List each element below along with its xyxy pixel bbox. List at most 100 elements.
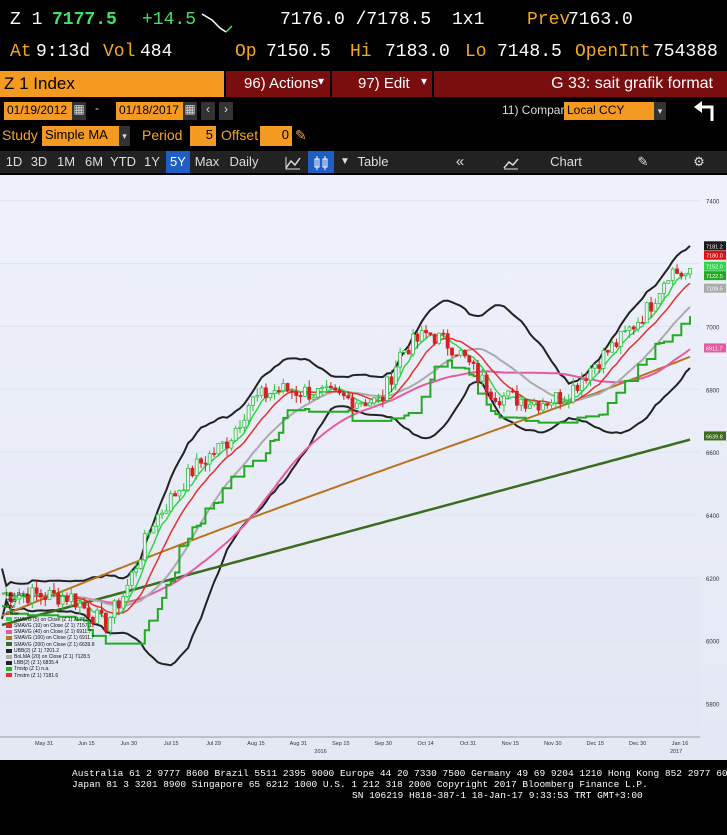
offset-field[interactable]: 0 <box>260 126 292 146</box>
candle-body <box>177 489 182 497</box>
candle-body <box>259 387 264 397</box>
legend-swatch <box>6 660 12 665</box>
candle-body <box>246 405 251 421</box>
period-6m[interactable]: 6M <box>82 151 106 173</box>
candle-body <box>549 402 554 406</box>
period-field[interactable]: 5 <box>190 126 216 146</box>
back-icon[interactable] <box>690 99 720 123</box>
period-max[interactable]: Max <box>193 151 221 173</box>
period-ytd[interactable]: YTD <box>109 151 137 173</box>
chart-content-button[interactable]: Chart Content <box>526 151 606 191</box>
candle-body <box>458 349 463 356</box>
at-label: At <box>10 42 32 62</box>
chevron-down-icon[interactable]: ▼ <box>338 151 352 173</box>
footer-line-2: Japan 81 3 3201 8900 Singapore 65 6212 1… <box>72 779 648 790</box>
legend-swatch <box>6 636 12 641</box>
collapse-left-icon[interactable]: « <box>448 151 472 173</box>
candle-body <box>588 367 593 381</box>
candle-body <box>277 390 281 392</box>
y-tick-label: 6400 <box>706 514 720 520</box>
study-select[interactable]: Simple MA <box>42 126 120 146</box>
period-3d[interactable]: 3D <box>28 151 50 173</box>
chevron-right-icon[interactable]: › <box>219 102 233 120</box>
high-label: Hi <box>350 42 372 62</box>
line-chart-icon[interactable] <box>282 151 304 173</box>
legend-row[interactable]: Tmstrn (Z 1) 7181.6 <box>6 673 102 679</box>
candle-body <box>380 396 385 401</box>
candle-body <box>536 401 541 411</box>
trade-size: 1x1 <box>452 10 485 30</box>
candle-body <box>307 386 312 400</box>
candle-body <box>454 354 459 357</box>
candle-body <box>584 379 589 381</box>
chevron-left-icon[interactable]: ‹ <box>201 102 215 120</box>
candle-body <box>398 351 402 368</box>
gear-icon[interactable]: ⚙ <box>688 151 710 173</box>
open-label: Op <box>235 42 257 62</box>
candle-body <box>298 395 303 397</box>
chart-legend[interactable]: Last Price High Low Close SMAVG (5) on Clos… <box>6 592 102 734</box>
pencil-icon[interactable]: ✎ <box>295 127 307 144</box>
candle-body <box>670 268 675 281</box>
candle-body <box>112 600 117 619</box>
calendar-icon[interactable]: ▦ <box>183 102 197 120</box>
candle-body <box>450 347 454 356</box>
candle-body <box>553 392 558 404</box>
candle-body <box>480 374 485 382</box>
candle-body <box>471 361 476 364</box>
legend-series-name: Tmstp (Z 1) <box>14 666 42 673</box>
candle-body <box>631 326 636 330</box>
edit-menu[interactable]: 97) Edit ▾ <box>332 71 432 97</box>
table-button[interactable]: Table <box>356 151 390 173</box>
candle-body <box>489 391 493 399</box>
candle-body <box>601 349 606 369</box>
candle-body <box>341 392 346 397</box>
at-time: 9:13d <box>36 42 91 62</box>
actions-menu[interactable]: 96) Actions ▾ <box>226 71 330 97</box>
x-tick-label: Oct 14 <box>417 741 433 747</box>
start-date-field[interactable]: 01/19/2012 <box>4 102 74 120</box>
candle-body <box>220 441 225 444</box>
candle-body <box>510 390 515 393</box>
candle-body <box>502 395 506 406</box>
period-1m[interactable]: 1M <box>54 151 78 173</box>
range-dash: - <box>95 101 99 115</box>
chevron-down-icon[interactable]: ▾ <box>119 126 130 146</box>
end-date-field[interactable]: 01/18/2017 <box>116 102 186 120</box>
openint-value: 754388 <box>653 42 718 62</box>
candle-body <box>411 333 415 355</box>
chevron-down-icon[interactable]: ▾ <box>654 102 666 120</box>
candle-body <box>575 384 580 391</box>
candle-body <box>662 282 666 294</box>
x-tick-label: Sep 15 <box>332 741 349 747</box>
candle-body <box>688 268 692 275</box>
ticker: Z 1 <box>10 10 43 30</box>
legend-swatch <box>6 673 12 678</box>
period-1d[interactable]: 1D <box>2 151 26 173</box>
calendar-icon[interactable]: ▦ <box>72 102 86 120</box>
legend-series-name: SMAVG (5) on Close (Z 1) <box>14 616 74 623</box>
x-tick-label: Jun 30 <box>121 741 138 747</box>
candle-body <box>657 293 662 304</box>
compare-select[interactable]: Local CCY <box>564 102 660 120</box>
x-tick-label: Aug 15 <box>247 741 264 747</box>
edit-icon[interactable]: ✎ <box>632 151 654 173</box>
candle-body <box>467 355 472 363</box>
candle-body <box>389 376 394 385</box>
price-chart[interactable]: May 31 Jun 15 Jun 30 Jul 15 Jul 29 Aug 15 Aug … <box>0 175 727 760</box>
candle-body <box>419 329 424 342</box>
candle-body <box>519 398 524 406</box>
candle-body <box>199 458 203 464</box>
candle-body <box>393 366 398 385</box>
period-5y[interactable]: 5Y <box>166 151 190 173</box>
candle-body <box>294 391 299 396</box>
candle-body <box>610 342 615 353</box>
year-label: 2016 <box>314 749 326 755</box>
frequency-select[interactable]: Daily ▼ <box>224 151 264 191</box>
legend-series-value: 7181.6 <box>42 672 59 679</box>
candlestick-icon[interactable] <box>308 151 334 173</box>
security-field[interactable]: Z 1 Index <box>0 71 224 97</box>
candle-body <box>532 401 537 406</box>
y-tick-label: 6000 <box>706 640 720 646</box>
period-1y[interactable]: 1Y <box>141 151 163 173</box>
